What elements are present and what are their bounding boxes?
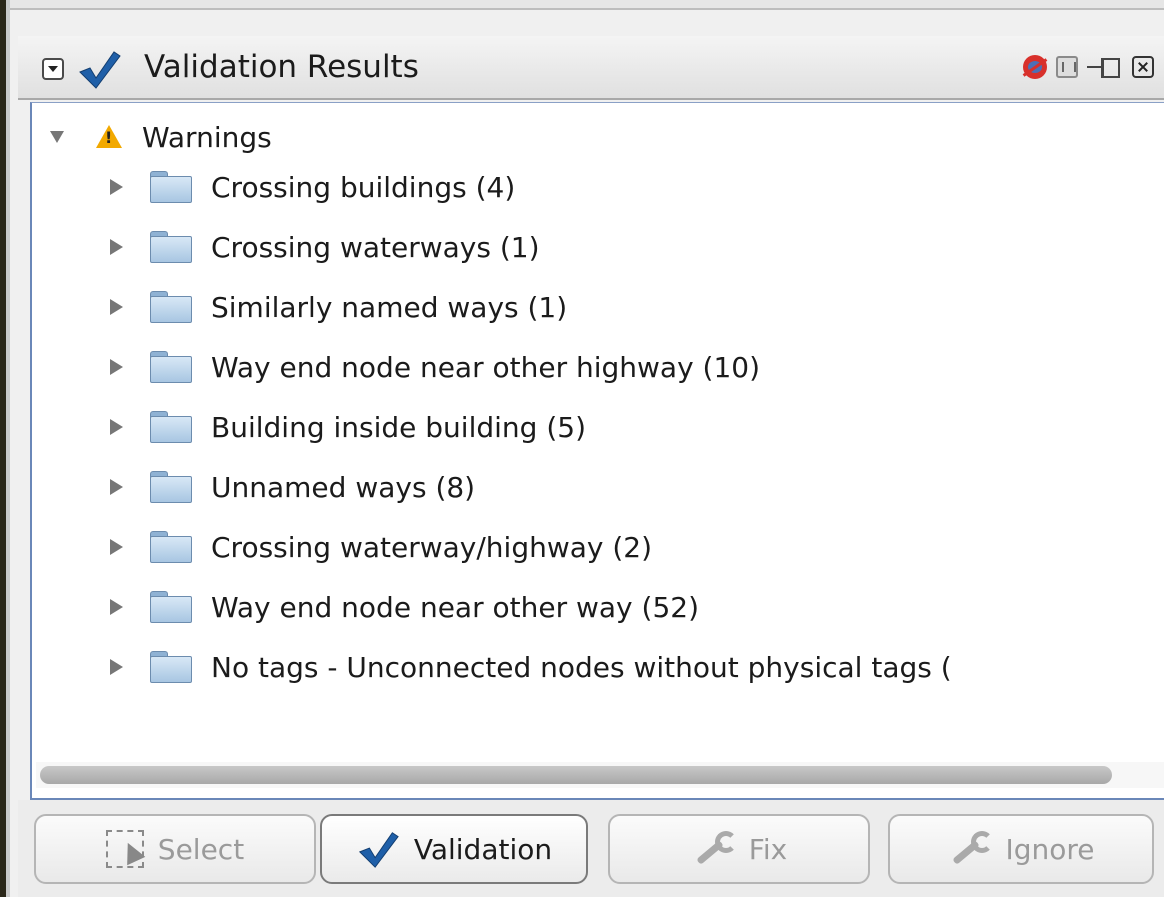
validation-tree[interactable]: Warnings Crossing buildings (4) Crossing… [30,102,1164,800]
tree-item-label: Unnamed ways (8) [211,470,476,504]
expand-right-icon[interactable] [110,179,123,195]
tree-item[interactable]: Crossing waterways (1) [110,225,540,269]
tree-item-label: Way end node near other highway (10) [211,350,761,384]
horizontal-scrollbar[interactable] [36,762,1164,788]
select-button[interactable]: Select [34,814,316,884]
tree-item[interactable]: Similarly named ways (1) [110,285,567,329]
collapse-panel-button[interactable] [42,58,64,80]
tree-item-label: No tags - Unconnected nodes without phys… [211,650,952,684]
wrench-icon [691,827,737,871]
warning-icon [96,125,122,149]
tree-item[interactable]: Building inside building (5) [110,405,586,449]
folder-icon [149,471,193,503]
tree-item[interactable]: Unnamed ways (8) [110,465,475,509]
wrench-icon [947,827,994,871]
ignore-button-label: Ignore [1005,832,1095,866]
select-button-label: Select [157,832,245,866]
validation-button[interactable]: Validation [320,814,588,884]
expand-right-icon[interactable] [110,479,123,495]
expand-right-icon[interactable] [110,599,123,615]
folder-icon [149,531,193,563]
button-bar: Select Validation Fix Ignore [18,800,1164,897]
folder-icon [149,411,193,443]
fix-button-label: Fix [748,832,788,866]
panel-separator [6,0,10,897]
tree-root-warnings[interactable]: Warnings [50,115,272,159]
folder-icon [149,351,193,383]
checkmark-icon [358,832,399,868]
tree-item-label: Building inside building (5) [211,410,586,444]
tree-item-label: Crossing waterway/highway (2) [211,530,653,564]
tree-item-label: Way end node near other way (52) [211,590,699,624]
select-icon [105,830,144,868]
tree-item[interactable]: Way end node near other highway (10) [110,345,760,389]
preferences-icon[interactable] [1056,56,1078,78]
folder-icon [149,291,193,323]
hide-layer-icon[interactable] [1023,55,1047,79]
expand-down-icon[interactable] [50,131,64,143]
panel-titlebar: Validation Results [18,36,1164,100]
titlebar-icons [1023,52,1154,82]
detach-pin-icon[interactable] [1087,56,1123,78]
tree-item-label: Crossing buildings (4) [211,170,516,204]
folder-icon [149,591,193,623]
checkmark-icon [79,51,121,89]
folder-icon [149,171,193,203]
tree-item-label: Similarly named ways (1) [211,290,568,324]
tree-item[interactable]: Crossing buildings (4) [110,165,515,209]
validation-button-label: Validation [413,832,553,866]
tree-root-label: Warnings [142,120,272,154]
top-divider [10,0,1164,10]
tree-item[interactable]: No tags - Unconnected nodes without phys… [110,645,952,689]
tree-item[interactable]: Crossing waterway/highway (2) [110,525,652,569]
tree-item-label: Crossing waterways (1) [211,230,540,264]
expand-right-icon[interactable] [110,359,123,375]
folder-icon [149,651,193,683]
folder-icon [149,231,193,263]
expand-right-icon[interactable] [110,539,123,555]
ignore-button[interactable]: Ignore [888,814,1154,884]
expand-right-icon[interactable] [110,299,123,315]
fix-button[interactable]: Fix [608,814,870,884]
expand-right-icon[interactable] [110,239,123,255]
close-panel-icon[interactable] [1132,56,1154,78]
scrollbar-thumb[interactable] [40,766,1112,784]
panel-title: Validation Results [144,49,419,85]
expand-right-icon[interactable] [110,419,123,435]
tree-item[interactable]: Way end node near other way (52) [110,585,699,629]
expand-right-icon[interactable] [110,659,123,675]
